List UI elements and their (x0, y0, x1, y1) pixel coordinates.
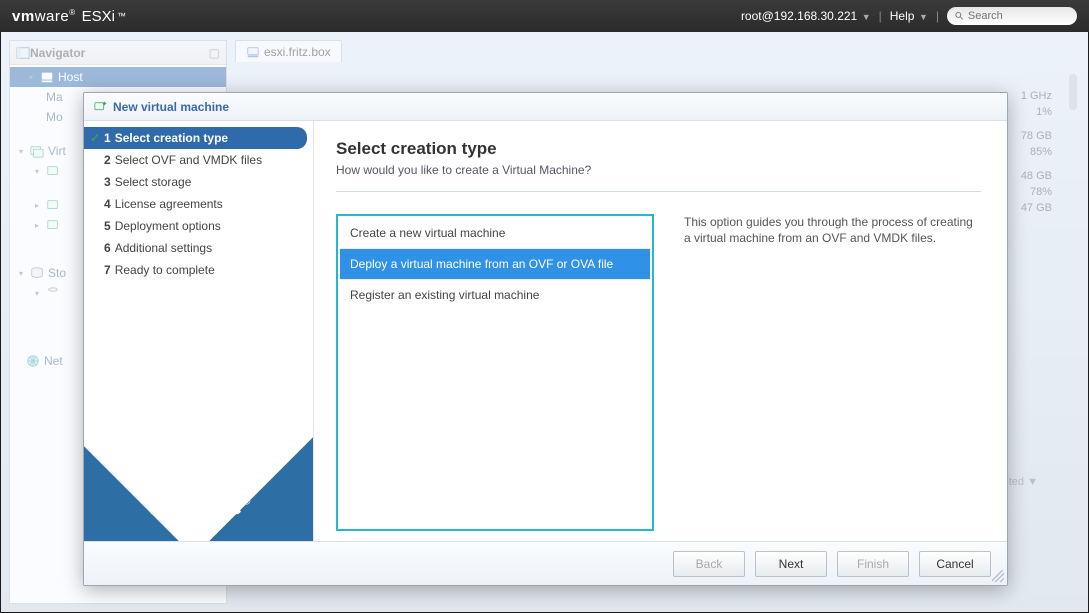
chevron-down-icon: ▼ (916, 12, 927, 22)
help-menu[interactable]: Help ▼ (890, 9, 928, 23)
wizard-step[interactable]: 6Additional settings (84, 237, 313, 259)
wizard-title-bar: New virtual machine (84, 93, 1007, 121)
wizard-step[interactable]: 3Select storage (84, 171, 313, 193)
wizard-step[interactable]: 2Select OVF and VMDK files (84, 149, 313, 171)
wizard-steps-panel: 1Select creation type 2Select OVF and VM… (84, 121, 314, 541)
wizard-main-panel: Select creation type How would you like … (314, 121, 1007, 541)
next-button[interactable]: Next (755, 551, 827, 577)
wizard-footer: Back Next Finish Cancel (84, 541, 1007, 585)
separator: | (879, 9, 882, 23)
separator: | (936, 9, 939, 23)
trademark: ™ (117, 11, 126, 21)
wizard-title: New virtual machine (113, 100, 229, 114)
wizard-step[interactable]: 1Select creation type (84, 127, 307, 149)
new-vm-icon (94, 100, 108, 114)
creation-type-list: Create a new virtual machine Deploy a vi… (336, 214, 654, 531)
cancel-button[interactable]: Cancel (919, 551, 991, 577)
creation-option[interactable]: Create a new virtual machine (340, 218, 650, 249)
new-vm-wizard: New virtual machine 1Select creation typ… (83, 92, 1008, 586)
page-subtitle: How would you like to create a Virtual M… (336, 163, 981, 177)
topbar: vmware® ESXi ™ root@192.168.30.221 ▼ | H… (0, 0, 1089, 32)
option-description: This option guides you through the proce… (684, 214, 981, 531)
chevron-down-icon: ▼ (859, 12, 870, 22)
creation-option[interactable]: Deploy a virtual machine from an OVF or … (340, 249, 650, 280)
wizard-step[interactable]: 4License agreements (84, 193, 313, 215)
finish-button[interactable]: Finish (837, 551, 909, 577)
search-box[interactable] (947, 7, 1077, 25)
creation-option[interactable]: Register an existing virtual machine (340, 280, 650, 310)
main-area: Navigator ▢ ▾ Host Ma Mo ▾ Virt ▾ ▸ ▸ ▾ (0, 32, 1089, 613)
vmware-logo: vmware® (84, 490, 313, 521)
back-button[interactable]: Back (673, 551, 745, 577)
product-name: ESXi (82, 8, 115, 25)
page-title: Select creation type (336, 139, 981, 159)
wizard-step[interactable]: 5Deployment options (84, 215, 313, 237)
search-icon (955, 11, 964, 21)
divider (336, 191, 981, 192)
wizard-step[interactable]: 7Ready to complete (84, 259, 313, 281)
search-input[interactable] (968, 10, 1069, 22)
brand-logo: vmware® (12, 8, 76, 25)
resize-grip[interactable] (992, 570, 1004, 582)
user-menu[interactable]: root@192.168.30.221 ▼ (741, 9, 871, 23)
